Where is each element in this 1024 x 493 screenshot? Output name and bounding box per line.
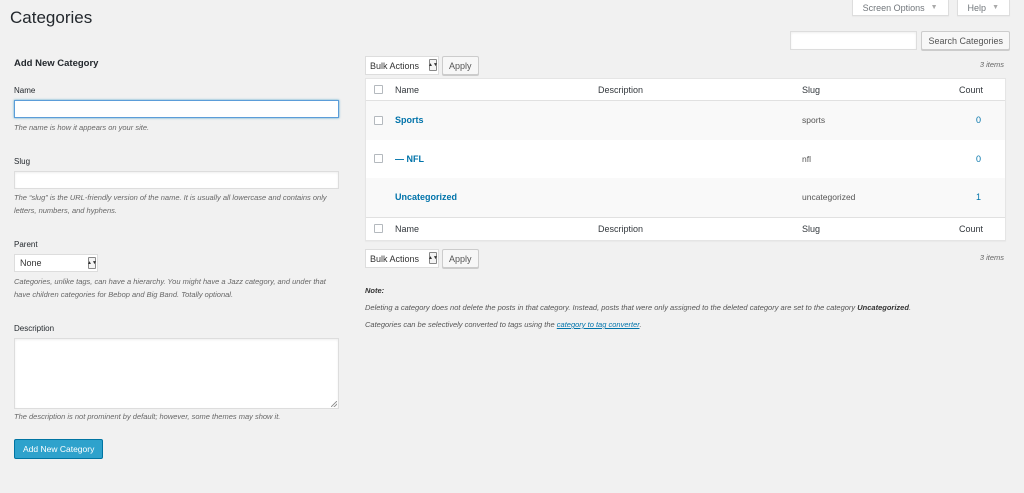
column-footer-name[interactable]: Name xyxy=(395,224,419,234)
name-field[interactable] xyxy=(14,100,339,118)
note-line-1: Deleting a category does not delete the … xyxy=(365,303,912,312)
category-name-link[interactable]: Uncategorized xyxy=(395,192,457,202)
category-name-link[interactable]: — NFL xyxy=(395,154,424,164)
tablenav-bottom: Bulk Actions ▲▼ Apply 3 items xyxy=(365,249,1006,268)
category-name-link[interactable]: Sports xyxy=(395,115,424,125)
help-label: Help xyxy=(967,2,987,13)
categories-table: Name Description Slug Count Sports sport… xyxy=(365,78,1006,241)
add-new-category-button[interactable]: Add New Category xyxy=(14,439,104,459)
category-slug: sports xyxy=(802,115,826,126)
category-to-tag-converter-link[interactable]: category to tag converter xyxy=(557,320,640,329)
category-slug: nfl xyxy=(802,153,811,164)
apply-button-bottom[interactable]: Apply xyxy=(442,249,479,268)
bulk-actions-label: Bulk Actions xyxy=(370,60,420,71)
form-heading: Add New Category xyxy=(14,58,99,69)
table-row: — NFL nfl 0 xyxy=(366,140,1005,179)
parent-selected-value: None xyxy=(20,258,42,268)
column-header-description[interactable]: Description xyxy=(598,85,643,95)
page-title: Categories xyxy=(10,8,93,27)
dropdown-arrow-icon: ▲▼ xyxy=(428,59,438,71)
search-input[interactable] xyxy=(790,31,918,50)
column-footer-count[interactable]: Count xyxy=(959,224,983,234)
description-label: Description xyxy=(14,324,55,333)
chevron-down-icon: ▼ xyxy=(930,4,938,11)
description-help: The description is not prominent by defa… xyxy=(14,412,281,421)
table-footer-row: Name Description Slug Count xyxy=(366,216,1005,240)
parent-select[interactable]: None ▲▼ xyxy=(14,254,98,272)
tablenav-top: Bulk Actions ▲▼ Apply 3 items xyxy=(365,56,1006,75)
category-count-link[interactable]: 0 xyxy=(976,115,981,125)
uncategorized-bold: Uncategorized xyxy=(857,303,909,312)
name-help: The name is how it appears on your site. xyxy=(14,123,150,132)
column-footer-slug[interactable]: Slug xyxy=(802,224,820,234)
category-count-link[interactable]: 0 xyxy=(976,154,981,164)
parent-label: Parent xyxy=(14,240,38,249)
category-count-link[interactable]: 1 xyxy=(976,192,981,202)
screen-options-label: Screen Options xyxy=(862,2,925,13)
description-textarea[interactable] xyxy=(14,338,339,409)
slug-label: Slug xyxy=(14,157,31,166)
slug-help: The “slug” is the URL-friendly version o… xyxy=(14,193,327,215)
items-count-top: 3 items xyxy=(979,60,1004,69)
add-category-form: Add New Category Name The name is how it… xyxy=(14,58,340,459)
resize-handle-icon[interactable] xyxy=(331,401,337,407)
bulk-actions-select-bottom[interactable]: Bulk Actions ▲▼ xyxy=(365,249,439,268)
table-header-row: Name Description Slug Count xyxy=(366,79,1005,101)
note-block: Note: Deleting a category does not delet… xyxy=(365,282,1006,333)
column-header-slug[interactable]: Slug xyxy=(802,85,820,95)
note-line-2: Categories can be selectively converted … xyxy=(365,320,642,329)
help-button[interactable]: Help ▼ xyxy=(956,0,1010,16)
column-header-count[interactable]: Count xyxy=(959,85,983,95)
name-label: Name xyxy=(14,86,36,95)
apply-button-top[interactable]: Apply xyxy=(442,56,479,75)
select-all-checkbox[interactable] xyxy=(374,85,383,94)
category-slug: uncategorized xyxy=(802,192,856,203)
bulk-actions-select-top[interactable]: Bulk Actions ▲▼ xyxy=(365,56,439,75)
row-checkbox[interactable] xyxy=(374,154,383,164)
search-box: Search Categories xyxy=(790,31,1010,50)
column-header-name[interactable]: Name xyxy=(395,85,419,95)
note-label: Note: xyxy=(365,286,385,295)
table-row: Uncategorized uncategorized 1 xyxy=(366,178,1005,217)
row-checkbox[interactable] xyxy=(374,115,383,125)
screen-meta-links: Screen Options ▼ Help ▼ xyxy=(851,0,1010,16)
dropdown-arrow-icon: ▲▼ xyxy=(87,257,97,269)
table-row: Sports sports 0 xyxy=(366,101,1005,140)
bulk-actions-label: Bulk Actions xyxy=(370,253,420,264)
screen-options-button[interactable]: Screen Options ▼ xyxy=(851,0,949,16)
chevron-down-icon: ▼ xyxy=(992,4,999,11)
parent-help: Categories, unlike tags, can have a hier… xyxy=(14,277,326,299)
items-count-bottom: 3 items xyxy=(979,253,1004,262)
dropdown-arrow-icon: ▲▼ xyxy=(428,252,438,264)
slug-field[interactable] xyxy=(14,171,339,189)
select-all-checkbox[interactable] xyxy=(374,224,383,233)
search-categories-button[interactable]: Search Categories xyxy=(921,31,1010,50)
column-footer-description[interactable]: Description xyxy=(598,224,643,234)
